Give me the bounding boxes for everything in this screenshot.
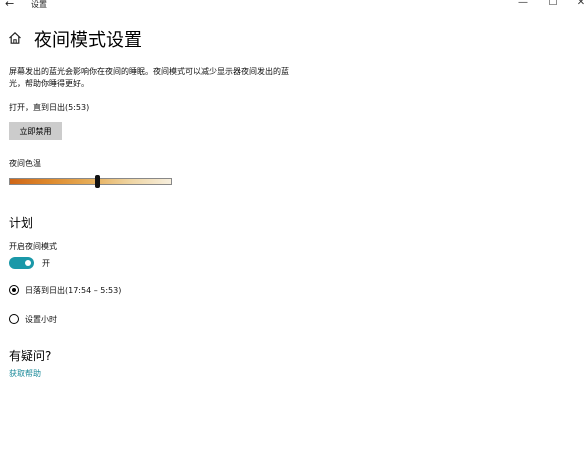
disable-now-button[interactable]: 立即禁用 [9,122,62,140]
color-temperature-slider-thumb[interactable] [94,175,100,188]
close-icon[interactable]: ✕ [571,0,588,8]
sunset-to-sunrise-label[interactable]: 日落到日出(17:54 – 5:53) [25,285,121,296]
page-title: 夜间模式设置 [34,30,142,51]
title-bar: ← 设置 — ☐ ✕ [0,0,588,12]
color-temperature-slider[interactable] [9,178,172,185]
toggle-knob [25,260,31,266]
get-help-link[interactable]: 获取帮助 [9,368,41,379]
home-icon[interactable] [8,31,22,45]
back-arrow-icon[interactable]: ← [5,0,14,10]
help-heading: 有疑问? [9,349,52,363]
set-hours-radio[interactable] [9,314,19,324]
status-text: 打开，直到日出(5:53) [9,103,90,112]
sunset-to-sunrise-radio[interactable] [9,285,19,295]
set-hours-label[interactable]: 设置小时 [25,314,57,325]
toggle-state-text: 开 [42,259,50,268]
minimize-icon[interactable]: — [513,0,533,8]
maximize-icon[interactable]: ☐ [543,0,563,8]
night-mode-toggle[interactable] [9,257,34,269]
description-text: 屏幕发出的蓝光会影响你在夜间的睡眠。夜间模式可以减少显示器夜间发出的蓝光，帮助你… [9,67,289,88]
color-temperature-label: 夜间色温 [9,159,41,168]
schedule-heading: 计划 [9,216,34,230]
night-mode-toggle-label: 开启夜间模式 [9,242,57,251]
window-title: 设置 [31,0,47,9]
radio-selected-dot [12,288,16,292]
